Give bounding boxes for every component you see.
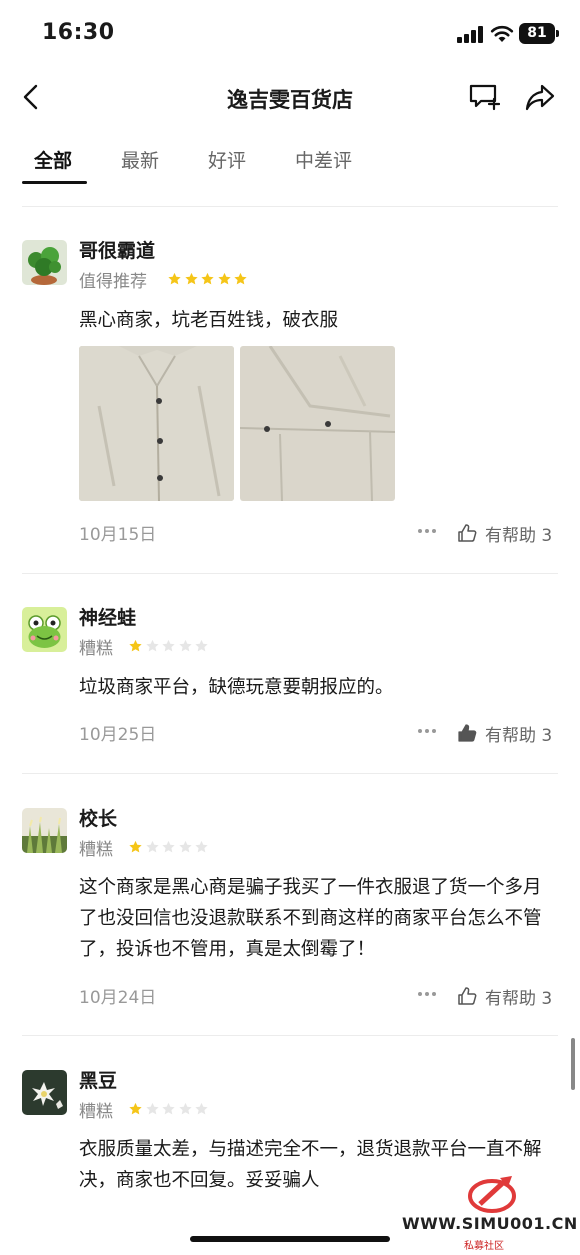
watermark: WWW.SIMU001.CN 私募社区 (402, 1168, 580, 1255)
more-icon[interactable] (416, 729, 438, 735)
review-photo[interactable] (240, 346, 395, 501)
status-time: 16:30 (42, 20, 115, 45)
battery-cap (556, 30, 559, 37)
star-filled-icon (184, 272, 198, 285)
watermark-text: WWW.SIMU001.CN (402, 1214, 578, 1233)
review-text: 这个商家是黑心商是骗子我买了一件衣服退了货一个多月了也没回信也没退款联系不到商这… (79, 877, 542, 960)
avatar[interactable] (22, 808, 67, 853)
star-empty-icon (195, 639, 208, 652)
thumbs-up-icon (458, 524, 477, 542)
divider (22, 206, 558, 207)
star-empty-icon (178, 639, 192, 652)
share-icon[interactable] (524, 82, 556, 112)
star-rating (167, 272, 250, 286)
star-empty-icon (162, 639, 175, 652)
review-date: 10月24日 (79, 988, 157, 1008)
thumbs-up-icon (458, 987, 477, 1005)
star-rating (128, 1102, 211, 1116)
watermark-logo-icon (468, 1176, 516, 1213)
avatar[interactable] (22, 607, 67, 652)
message-add-icon[interactable] (468, 82, 500, 112)
star-empty-icon (195, 840, 208, 853)
wifi-icon (490, 25, 514, 42)
star-empty-icon (162, 840, 175, 853)
review-text: 黑心商家，坑老百姓钱，破衣服 (79, 310, 339, 331)
reviewer-name: 校长 (79, 808, 118, 830)
rating-label: 糟糕 (79, 639, 113, 659)
battery-icon: 81 (519, 23, 555, 44)
star-filled-icon (129, 639, 142, 652)
avatar[interactable] (22, 240, 67, 285)
rating-label: 值得推荐 (79, 272, 147, 292)
more-icon[interactable] (416, 992, 438, 998)
star-empty-icon (195, 1102, 208, 1115)
tab-indicator (22, 181, 87, 184)
star-empty-icon (178, 1102, 192, 1115)
scrollbar[interactable] (571, 1038, 575, 1090)
review-date: 10月25日 (79, 725, 157, 745)
star-empty-icon (145, 1102, 159, 1115)
star-filled-icon (201, 272, 214, 285)
star-empty-icon (145, 639, 159, 652)
more-icon[interactable] (416, 529, 438, 535)
divider (22, 573, 558, 574)
helpful-label: 有帮助 3 (485, 989, 553, 1009)
divider (22, 773, 558, 774)
reviewer-name: 黑豆 (79, 1070, 118, 1092)
filter-tabs: 全部 最新 好评 中差评 (0, 128, 580, 188)
star-filled-icon (129, 1102, 142, 1115)
star-empty-icon (145, 840, 159, 853)
rating-label: 糟糕 (79, 840, 113, 860)
star-rating (128, 639, 211, 653)
star-rating (128, 840, 211, 854)
watermark-subtext: 私募社区 (464, 1241, 504, 1252)
tab-all[interactable]: 全部 (34, 146, 72, 173)
avatar[interactable] (22, 1070, 67, 1115)
star-filled-icon (234, 272, 247, 285)
star-empty-icon (162, 1102, 175, 1115)
thumbs-up-filled-icon (458, 724, 477, 742)
tab-positive[interactable]: 好评 (208, 146, 246, 173)
nav-bar: 逸吉雯百货店 (0, 68, 580, 128)
divider (22, 1035, 558, 1036)
star-empty-icon (178, 840, 192, 853)
reviewer-name: 神经蛙 (79, 607, 137, 629)
status-bar: 16:30 81 (0, 0, 580, 68)
tab-negative[interactable]: 中差评 (295, 146, 352, 173)
star-filled-icon (129, 840, 142, 853)
review-date: 10月15日 (79, 525, 157, 545)
star-filled-icon (168, 272, 181, 285)
home-indicator[interactable] (190, 1236, 390, 1242)
helpful-label: 有帮助 3 (485, 726, 553, 746)
signal-icon (457, 26, 485, 43)
helpful-label: 有帮助 3 (485, 526, 553, 546)
rating-label: 糟糕 (79, 1102, 113, 1122)
tab-latest[interactable]: 最新 (121, 146, 159, 173)
review-photo[interactable] (79, 346, 234, 501)
star-filled-icon (217, 272, 231, 285)
review-text: 垃圾商家平台，缺德玩意要朝报应的。 (79, 677, 394, 698)
reviewer-name: 哥很霸道 (79, 240, 156, 262)
